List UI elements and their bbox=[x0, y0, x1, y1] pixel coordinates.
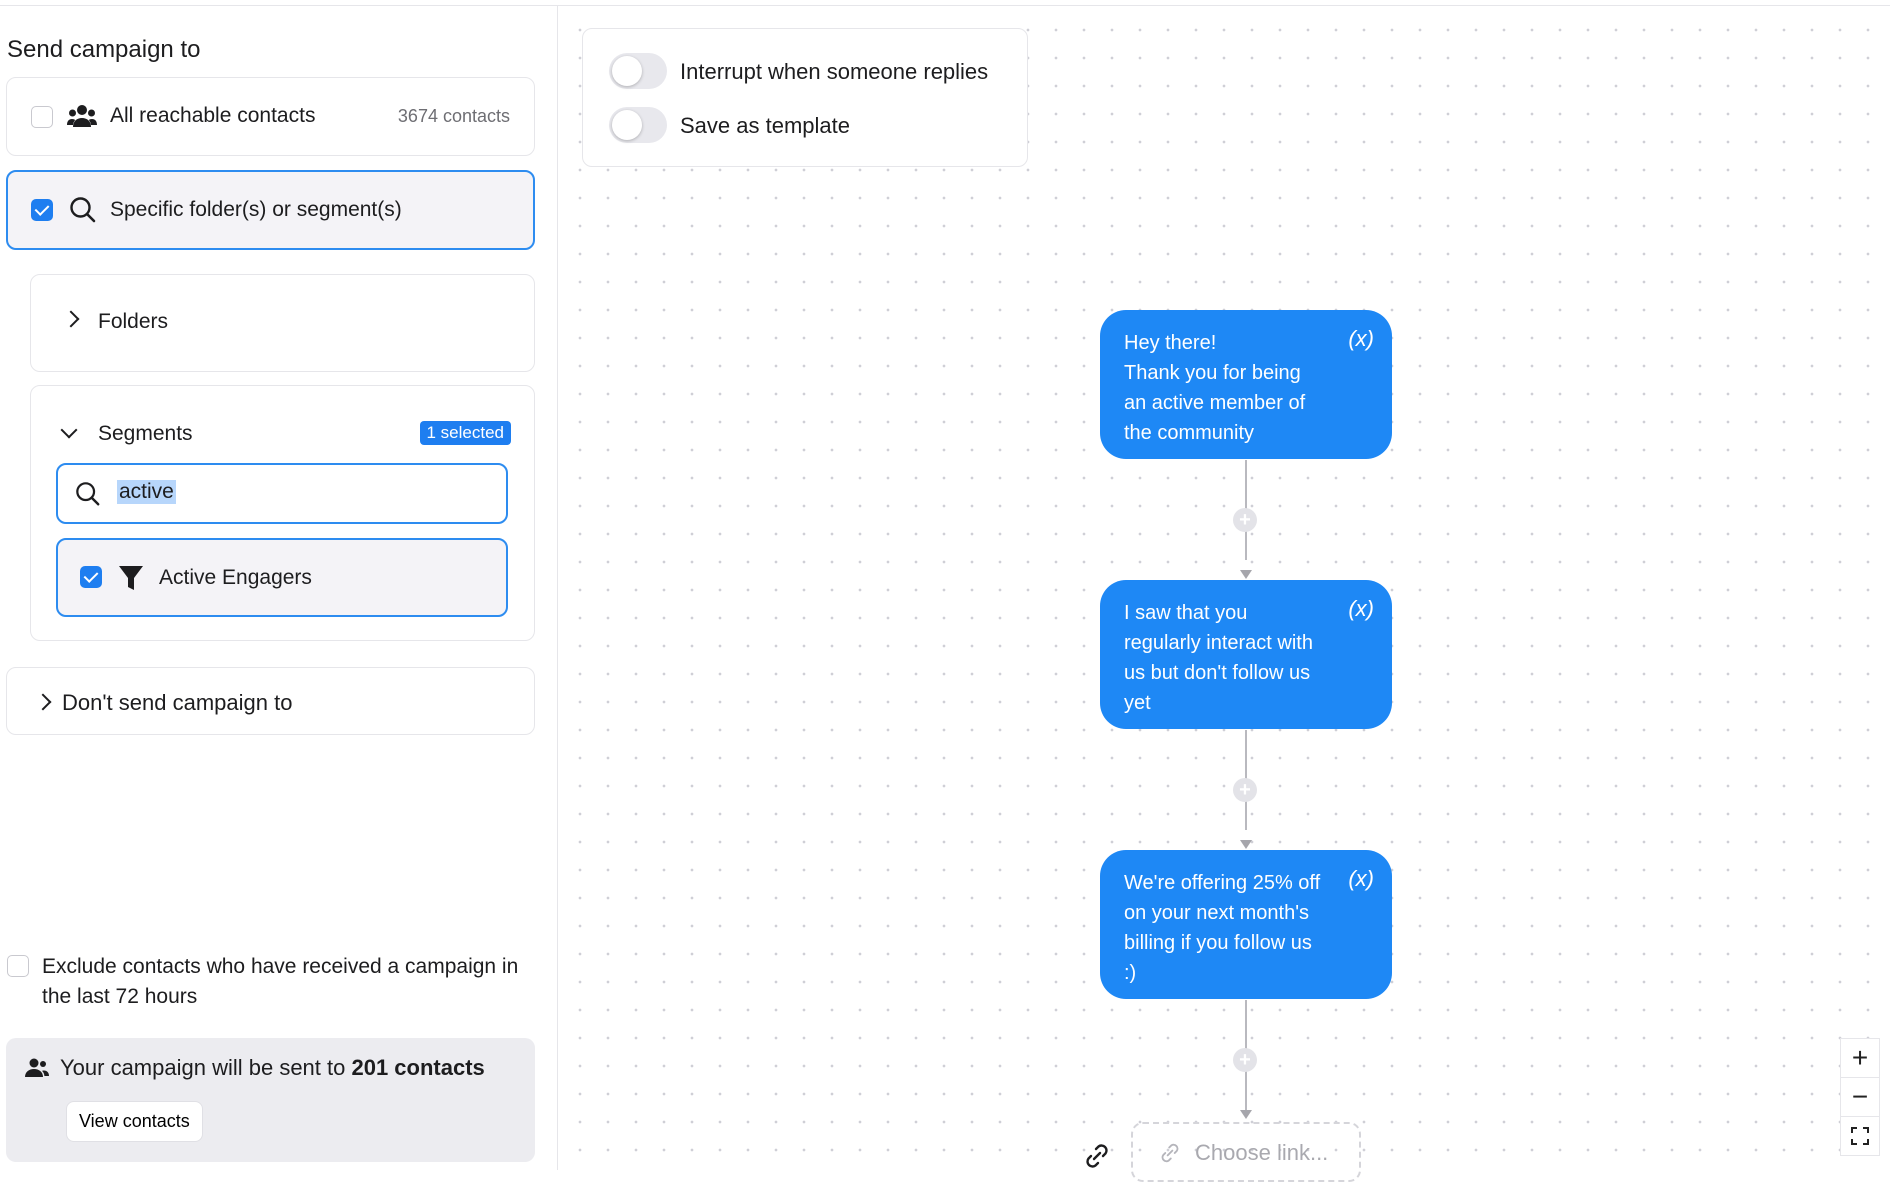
view-contacts-button[interactable]: View contacts bbox=[66, 1101, 203, 1142]
link-icon[interactable] bbox=[1083, 1142, 1111, 1175]
variable-icon[interactable]: (x) bbox=[1348, 864, 1374, 894]
search-icon bbox=[69, 196, 97, 229]
message-node[interactable]: We're offering 25% off on your next mont… bbox=[1100, 850, 1392, 999]
specific-label: Specific folder(s) or segment(s) bbox=[110, 198, 402, 221]
specific-checkbox[interactable] bbox=[31, 199, 53, 221]
template-label: Save as template bbox=[680, 113, 850, 138]
add-step-icon[interactable]: + bbox=[1233, 1048, 1257, 1072]
funnel-icon bbox=[118, 564, 144, 597]
settings-card: Interrupt when someone replies Save as t… bbox=[582, 28, 1028, 167]
people-icon bbox=[25, 1057, 49, 1084]
arrow-down-icon bbox=[1240, 570, 1252, 579]
segment-result-item[interactable]: Active Engagers bbox=[56, 538, 508, 617]
segment-checkbox[interactable] bbox=[80, 566, 102, 588]
audience-panel: Send campaign to All reachable contacts … bbox=[0, 6, 558, 1170]
link-icon bbox=[1159, 1142, 1181, 1170]
summary-text: Your campaign will be sent to 201 contac… bbox=[60, 1055, 485, 1081]
fit-screen-button[interactable] bbox=[1840, 1116, 1880, 1156]
variable-icon[interactable]: (x) bbox=[1348, 594, 1374, 624]
zoom-out-button[interactable]: − bbox=[1840, 1077, 1880, 1117]
all-contacts-label: All reachable contacts bbox=[110, 104, 316, 127]
segment-search-input[interactable]: active bbox=[56, 463, 508, 524]
interrupt-toggle[interactable] bbox=[609, 53, 667, 89]
segment-result-label: Active Engagers bbox=[159, 566, 312, 589]
all-contacts-checkbox[interactable] bbox=[31, 106, 53, 128]
exclude-label: Exclude contacts who have received a cam… bbox=[42, 955, 519, 1008]
arrow-down-icon bbox=[1240, 840, 1252, 849]
folders-section[interactable]: Folders bbox=[30, 274, 535, 372]
arrow-down-icon bbox=[1240, 1110, 1252, 1119]
summary-count: 201 contacts bbox=[351, 1055, 485, 1080]
contacts-count: 3674 contacts bbox=[397, 106, 510, 126]
segments-label[interactable]: Segments bbox=[98, 422, 193, 446]
chevron-down-icon[interactable] bbox=[60, 421, 78, 439]
message-node[interactable]: Hey there! Thank you for being an active… bbox=[1100, 310, 1392, 459]
search-icon bbox=[75, 481, 101, 512]
folders-label: Folders bbox=[98, 310, 169, 333]
interrupt-label: Interrupt when someone replies bbox=[680, 59, 989, 84]
chevron-right-icon bbox=[62, 310, 80, 328]
chevron-right-icon bbox=[34, 693, 52, 711]
dont-send-label: Don't send campaign to bbox=[62, 690, 293, 715]
add-step-icon[interactable]: + bbox=[1233, 778, 1257, 802]
all-contacts-option[interactable]: All reachable contacts 3674 contacts bbox=[6, 77, 535, 156]
template-toggle[interactable] bbox=[609, 107, 667, 143]
zoom-in-button[interactable]: + bbox=[1840, 1038, 1880, 1078]
group-icon bbox=[67, 103, 97, 134]
panel-title: Send campaign to bbox=[7, 36, 201, 63]
send-summary: Your campaign will be sent to 201 contac… bbox=[6, 1038, 535, 1162]
choose-link-button[interactable]: Choose link... bbox=[1131, 1122, 1361, 1182]
message-node[interactable]: I saw that you regularly interact with u… bbox=[1100, 580, 1392, 729]
dont-send-section[interactable]: Don't send campaign to bbox=[6, 667, 535, 735]
summary-prefix: Your campaign will be sent to bbox=[60, 1055, 352, 1080]
message-text: I saw that you regularly interact with u… bbox=[1124, 602, 1313, 714]
message-text: Hey there! Thank you for being an active… bbox=[1124, 332, 1306, 444]
add-step-icon[interactable]: + bbox=[1233, 508, 1257, 532]
exclude-checkbox[interactable] bbox=[7, 955, 29, 977]
segment-search-value: active bbox=[117, 480, 176, 504]
variable-icon[interactable]: (x) bbox=[1348, 324, 1374, 354]
selected-badge: 1 selected bbox=[419, 421, 511, 445]
fit-screen-icon bbox=[1851, 1120, 1869, 1152]
choose-link-label: Choose link... bbox=[1195, 1140, 1329, 1165]
specific-option[interactable]: Specific folder(s) or segment(s) bbox=[6, 170, 535, 250]
message-text: We're offering 25% off on your next mont… bbox=[1124, 872, 1321, 984]
